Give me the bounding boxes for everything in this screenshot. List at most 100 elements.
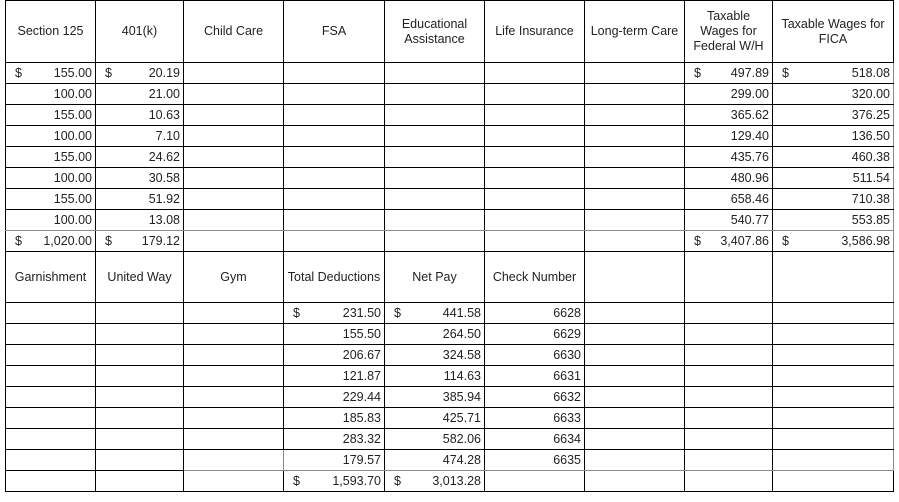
cell-total-deductions[interactable]: $231.50 (283, 302, 385, 324)
cell-k401[interactable]: 7.10 (95, 125, 184, 147)
cell-k401[interactable]: 13.08 (95, 209, 184, 231)
cell-life[interactable] (484, 188, 585, 210)
cell-gym[interactable] (183, 302, 284, 324)
cell-child-care[interactable] (183, 209, 284, 231)
header-united-way[interactable]: United Way (95, 251, 184, 303)
header-total-deductions[interactable]: Total Deductions (283, 251, 385, 303)
cell-fsa[interactable] (283, 209, 385, 231)
cell-k401[interactable]: 51.92 (95, 188, 184, 210)
cell-check-number[interactable]: 6634 (484, 428, 585, 450)
total-life[interactable] (484, 230, 585, 252)
cell-net-pay[interactable]: 114.63 (384, 365, 485, 387)
cell-extra1[interactable] (584, 449, 685, 471)
cell-life[interactable] (484, 167, 585, 189)
cell-united-way[interactable] (95, 407, 184, 429)
cell-section125[interactable]: 100.00 (5, 83, 96, 105)
header-garnishment[interactable]: Garnishment (5, 251, 96, 303)
total-check-number[interactable] (484, 470, 585, 492)
cell-fed-wh[interactable]: 299.00 (684, 83, 773, 105)
cell-gym[interactable] (183, 407, 284, 429)
cell-total-deductions[interactable]: 155.50 (283, 323, 385, 345)
cell-check-number[interactable]: 6630 (484, 344, 585, 366)
cell-child-care[interactable] (183, 83, 284, 105)
cell-extra2[interactable] (684, 344, 773, 366)
cell-check-number[interactable]: 6629 (484, 323, 585, 345)
cell-life[interactable] (484, 146, 585, 168)
total-total-deductions[interactable]: $1,593.70 (283, 470, 385, 492)
cell-garnishment[interactable] (5, 428, 96, 450)
cell-fica[interactable]: $518.08 (772, 62, 894, 84)
cell-k401[interactable]: 10.63 (95, 104, 184, 126)
cell-child-care[interactable] (183, 146, 284, 168)
cell-fsa[interactable] (283, 188, 385, 210)
cell-section125[interactable]: 100.00 (5, 125, 96, 147)
total-garnishment[interactable] (5, 470, 96, 492)
cell-edu[interactable] (384, 167, 485, 189)
cell-fed-wh[interactable]: 658.46 (684, 188, 773, 210)
cell-edu[interactable] (384, 209, 485, 231)
header-net-pay[interactable]: Net Pay (384, 251, 485, 303)
cell-fica[interactable]: 511.54 (772, 167, 894, 189)
cell-extra3[interactable] (772, 323, 894, 345)
header-gym[interactable]: Gym (183, 251, 284, 303)
cell-check-number[interactable]: 6633 (484, 407, 585, 429)
cell-extra3[interactable] (772, 449, 894, 471)
cell-total-deductions[interactable]: 283.32 (283, 428, 385, 450)
cell-extra2[interactable] (684, 428, 773, 450)
header-fsa[interactable]: FSA (283, 0, 385, 63)
cell-ltc[interactable] (584, 146, 685, 168)
cell-extra2[interactable] (684, 407, 773, 429)
cell-child-care[interactable] (183, 188, 284, 210)
cell-edu[interactable] (384, 146, 485, 168)
cell-fsa[interactable] (283, 104, 385, 126)
cell-total-deductions[interactable]: 121.87 (283, 365, 385, 387)
cell-fed-wh[interactable]: 480.96 (684, 167, 773, 189)
total-fsa[interactable] (283, 230, 385, 252)
cell-extra1[interactable] (584, 365, 685, 387)
cell-extra3[interactable] (772, 344, 894, 366)
header-long-term-care[interactable]: Long-term Care (584, 0, 685, 63)
cell-ltc[interactable] (584, 104, 685, 126)
cell-extra3[interactable] (772, 407, 894, 429)
cell-extra2[interactable] (684, 365, 773, 387)
cell-life[interactable] (484, 209, 585, 231)
cell-net-pay[interactable]: 385.94 (384, 386, 485, 408)
cell-net-pay[interactable]: $441.58 (384, 302, 485, 324)
cell-ltc[interactable] (584, 209, 685, 231)
total-fica[interactable]: $3,586.98 (772, 230, 894, 252)
cell-k401[interactable]: 24.62 (95, 146, 184, 168)
cell-net-pay[interactable]: 264.50 (384, 323, 485, 345)
header-child-care[interactable]: Child Care (183, 0, 284, 63)
cell-united-way[interactable] (95, 449, 184, 471)
cell-total-deductions[interactable]: 206.67 (283, 344, 385, 366)
header-empty-8[interactable] (684, 251, 773, 303)
cell-extra1[interactable] (584, 302, 685, 324)
cell-extra3[interactable] (772, 386, 894, 408)
cell-life[interactable] (484, 104, 585, 126)
cell-ltc[interactable] (584, 83, 685, 105)
cell-garnishment[interactable] (5, 407, 96, 429)
cell-extra1[interactable] (584, 407, 685, 429)
cell-edu[interactable] (384, 104, 485, 126)
total-edu[interactable] (384, 230, 485, 252)
cell-gym[interactable] (183, 428, 284, 450)
cell-ltc[interactable] (584, 62, 685, 84)
cell-fica[interactable]: 460.38 (772, 146, 894, 168)
total-extra1[interactable] (584, 470, 685, 492)
cell-extra1[interactable] (584, 428, 685, 450)
cell-extra3[interactable] (772, 365, 894, 387)
cell-check-number[interactable]: 6628 (484, 302, 585, 324)
cell-child-care[interactable] (183, 167, 284, 189)
cell-extra3[interactable] (772, 428, 894, 450)
cell-united-way[interactable] (95, 344, 184, 366)
cell-extra2[interactable] (684, 302, 773, 324)
cell-fica[interactable]: 553.85 (772, 209, 894, 231)
cell-united-way[interactable] (95, 428, 184, 450)
total-child-care[interactable] (183, 230, 284, 252)
total-section125[interactable]: $1,020.00 (5, 230, 96, 252)
cell-check-number[interactable]: 6632 (484, 386, 585, 408)
cell-fed-wh[interactable]: 365.62 (684, 104, 773, 126)
cell-fica[interactable]: 710.38 (772, 188, 894, 210)
cell-united-way[interactable] (95, 323, 184, 345)
cell-ltc[interactable] (584, 167, 685, 189)
